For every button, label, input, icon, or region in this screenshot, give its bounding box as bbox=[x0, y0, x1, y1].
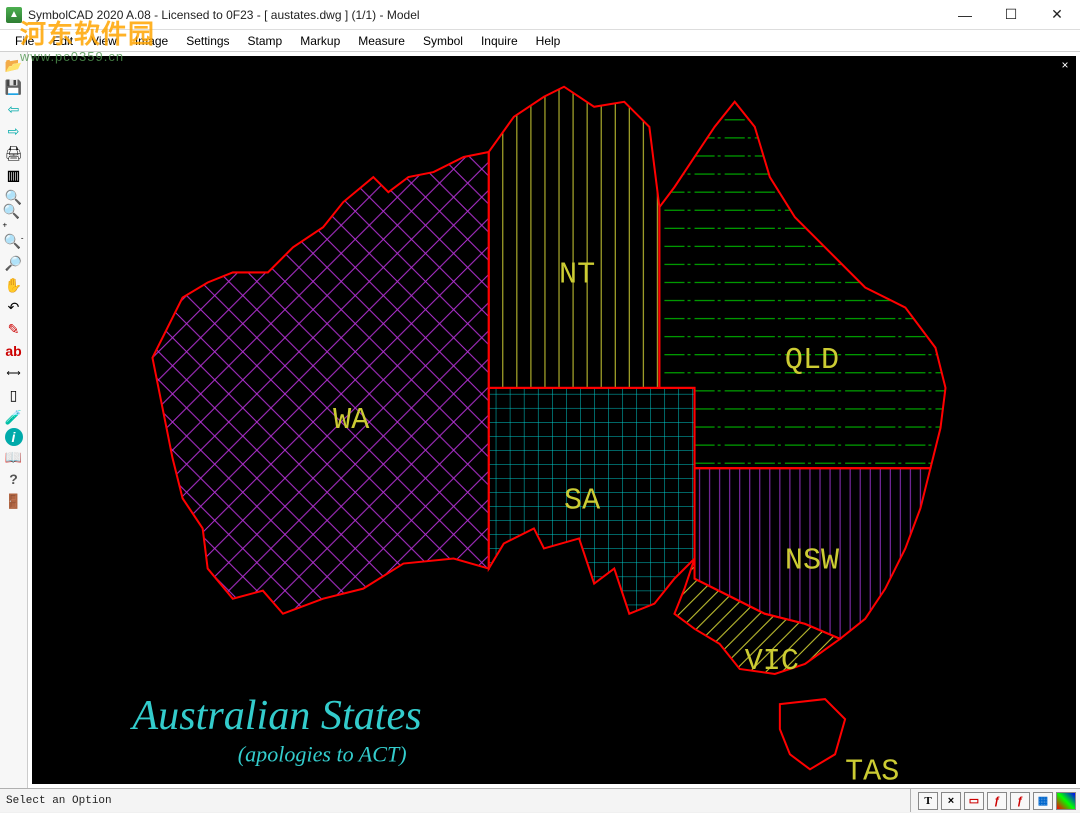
menu-view[interactable]: View bbox=[82, 32, 126, 50]
canvas-wrap: × bbox=[28, 52, 1080, 788]
open-folder-icon[interactable]: 📂 bbox=[2, 54, 26, 76]
window-close-button[interactable]: ✕ bbox=[1034, 0, 1080, 30]
exit-icon[interactable]: 🚪 bbox=[2, 490, 26, 512]
label-nsw: NSW bbox=[785, 545, 840, 579]
indicator-color[interactable]: ▦ bbox=[1056, 792, 1076, 810]
zoom-out-icon[interactable]: 🔍- bbox=[2, 230, 26, 252]
text-tool-icon[interactable]: ab bbox=[2, 340, 26, 362]
book-icon[interactable]: 📖 bbox=[2, 446, 26, 468]
menu-edit[interactable]: Edit bbox=[43, 32, 82, 50]
region-wa bbox=[152, 152, 488, 614]
drawing-title: Australian States bbox=[129, 692, 421, 739]
drawing-canvas[interactable]: × bbox=[32, 56, 1076, 784]
drawing-svg: WA NT QLD SA NSW VIC TAS Australian Stat… bbox=[32, 56, 1076, 784]
menu-measure[interactable]: Measure bbox=[349, 32, 414, 50]
window-titlebar: ▲ SymbolCAD 2020 A.08 - Licensed to 0F23… bbox=[0, 0, 1080, 30]
menu-file[interactable]: File bbox=[6, 32, 43, 50]
menu-stamp[interactable]: Stamp bbox=[239, 32, 292, 50]
info-icon[interactable]: i bbox=[5, 428, 23, 446]
undo-icon[interactable]: ↶ bbox=[2, 296, 26, 318]
save-icon[interactable]: 💾 bbox=[2, 76, 26, 98]
label-tas: TAS bbox=[845, 755, 899, 784]
arrow-left-icon[interactable]: ⇦ bbox=[2, 98, 26, 120]
indicator-rect[interactable]: ▭ bbox=[964, 792, 984, 810]
menu-settings[interactable]: Settings bbox=[177, 32, 238, 50]
label-qld: QLD bbox=[785, 344, 839, 378]
indicator-z1[interactable]: ƒ bbox=[987, 792, 1007, 810]
window-minimize-button[interactable]: — bbox=[942, 0, 988, 30]
region-qld bbox=[659, 102, 945, 468]
window-maximize-button[interactable]: ☐ bbox=[988, 0, 1034, 30]
region-nt bbox=[489, 87, 660, 388]
label-sa: SA bbox=[564, 484, 601, 518]
label-nt: NT bbox=[559, 258, 595, 292]
label-wa: WA bbox=[333, 404, 370, 438]
status-message: Select an Option bbox=[0, 789, 911, 812]
left-toolbar: 📂 💾 ⇦ ⇨ 🖨 ▥ 🔍 🔍+ 🔍- 🔎 ✋ ↶ ✎ ab ⟷ ▯ 🧪 i 📖… bbox=[0, 52, 28, 788]
sheet-icon[interactable]: ▥ bbox=[2, 164, 26, 186]
statusbar: Select an Option T × ▭ ƒ ƒ ▦ ▦ bbox=[0, 788, 1080, 812]
menu-help[interactable]: Help bbox=[527, 32, 570, 50]
menu-markup[interactable]: Markup bbox=[291, 32, 349, 50]
drawing-subtitle: (apologies to ACT) bbox=[238, 741, 407, 766]
indicator-z2[interactable]: ƒ bbox=[1010, 792, 1030, 810]
lab-icon[interactable]: 🧪 bbox=[2, 406, 26, 428]
indicator-grid[interactable]: ▦ bbox=[1033, 792, 1053, 810]
dimension-icon[interactable]: ⟷ bbox=[2, 362, 26, 384]
menu-symbol[interactable]: Symbol bbox=[414, 32, 472, 50]
help-icon[interactable]: ? bbox=[2, 468, 26, 490]
stamp-icon[interactable]: ▯ bbox=[2, 384, 26, 406]
indicator-text[interactable]: T bbox=[918, 792, 938, 810]
menu-inquire[interactable]: Inquire bbox=[472, 32, 527, 50]
region-tas bbox=[780, 699, 845, 769]
pencil-icon[interactable]: ✎ bbox=[2, 318, 26, 340]
indicator-close[interactable]: × bbox=[941, 792, 961, 810]
zoom-window-icon[interactable]: 🔎 bbox=[2, 252, 26, 274]
canvas-close-icon[interactable]: × bbox=[1058, 58, 1072, 72]
menubar: File Edit View Image Settings Stamp Mark… bbox=[0, 30, 1080, 52]
arrow-right-icon[interactable]: ⇨ bbox=[2, 120, 26, 142]
app-icon: ▲ bbox=[6, 7, 22, 23]
zoom-in-icon[interactable]: 🔍+ bbox=[2, 208, 26, 230]
window-title: SymbolCAD 2020 A.08 - Licensed to 0F23 -… bbox=[28, 8, 942, 22]
printer-icon[interactable]: 🖨 bbox=[2, 142, 26, 164]
status-indicators: T × ▭ ƒ ƒ ▦ ▦ bbox=[911, 789, 1080, 812]
pan-icon[interactable]: ✋ bbox=[2, 274, 26, 296]
workarea: 📂 💾 ⇦ ⇨ 🖨 ▥ 🔍 🔍+ 🔍- 🔎 ✋ ↶ ✎ ab ⟷ ▯ 🧪 i 📖… bbox=[0, 52, 1080, 788]
menu-image[interactable]: Image bbox=[126, 32, 177, 50]
label-vic: VIC bbox=[745, 645, 799, 679]
